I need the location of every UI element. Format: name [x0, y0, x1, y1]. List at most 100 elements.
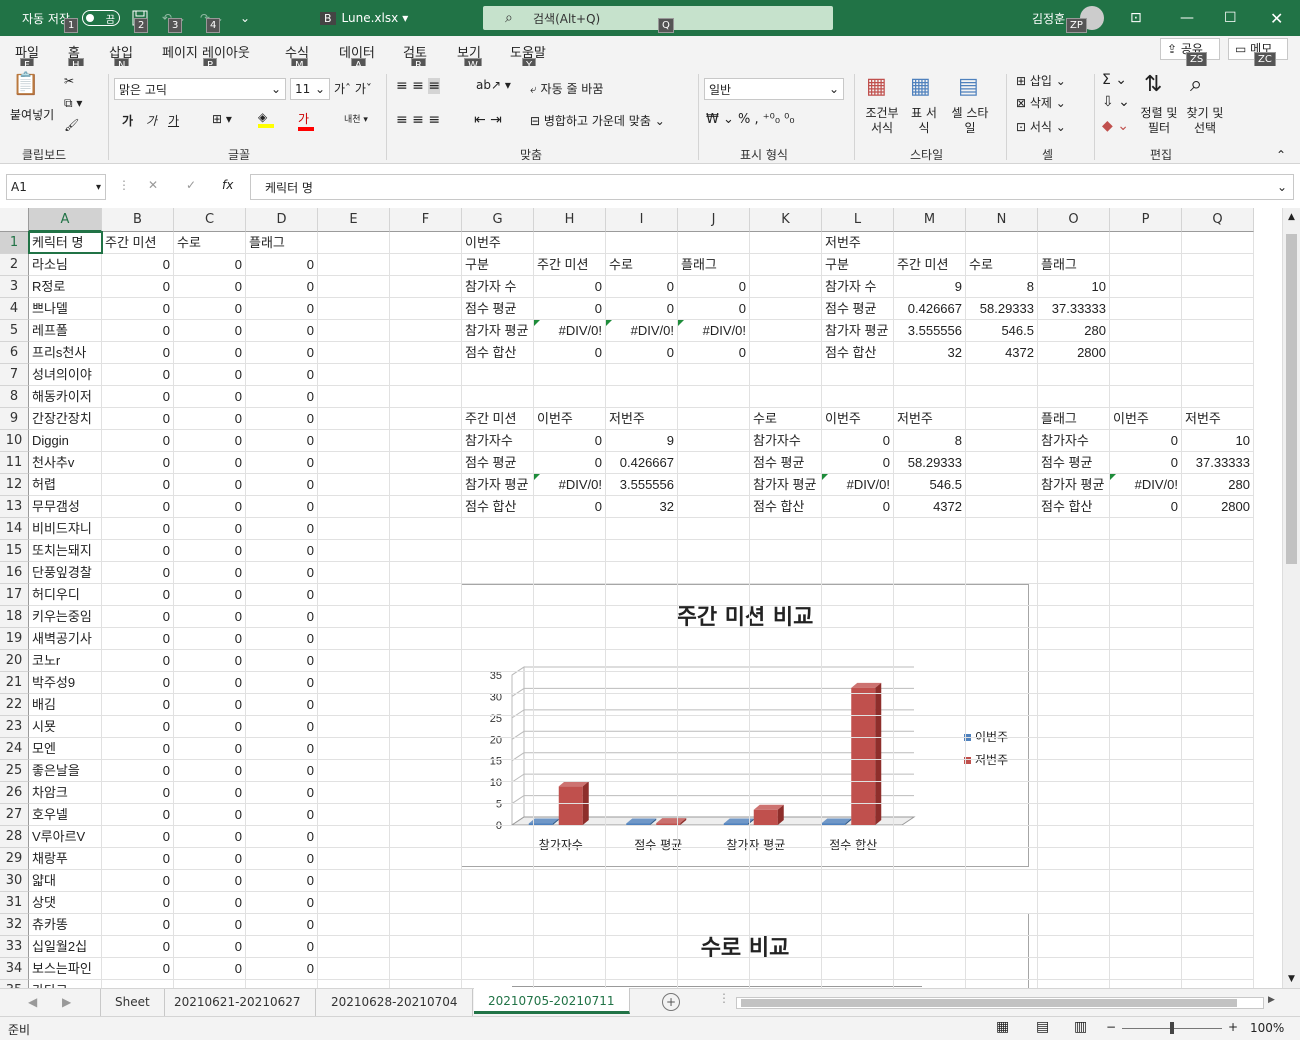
- normal-view-icon[interactable]: ▦: [996, 1019, 1009, 1035]
- cell[interactable]: [534, 628, 606, 650]
- collapse-ribbon-icon[interactable]: ⌃: [1276, 148, 1286, 162]
- cell[interactable]: [966, 452, 1038, 474]
- column-header[interactable]: G: [462, 208, 534, 232]
- cell[interactable]: [678, 364, 750, 386]
- cell[interactable]: [750, 628, 822, 650]
- font-size-select[interactable]: 11 ⌄: [290, 78, 330, 100]
- cell[interactable]: 0: [102, 892, 174, 914]
- column-header[interactable]: Q: [1182, 208, 1254, 232]
- cell[interactable]: 0: [174, 892, 246, 914]
- cell[interactable]: [534, 232, 606, 254]
- cell[interactable]: 0: [246, 650, 318, 672]
- cell[interactable]: 32: [894, 342, 966, 364]
- cell[interactable]: 새벽공기사: [29, 628, 102, 650]
- cell[interactable]: [678, 408, 750, 430]
- cell[interactable]: #DIV/0!: [534, 320, 606, 342]
- cell[interactable]: 채랑푸: [29, 848, 102, 870]
- cell[interactable]: 0: [1110, 452, 1182, 474]
- cell[interactable]: [966, 408, 1038, 430]
- cell[interactable]: 비비드쟈니: [29, 518, 102, 540]
- cell[interactable]: [462, 958, 534, 980]
- cell[interactable]: [1110, 298, 1182, 320]
- cell[interactable]: [678, 804, 750, 826]
- find-select-icon[interactable]: ⌕: [1190, 72, 1202, 97]
- cell[interactable]: 0: [534, 342, 606, 364]
- cell[interactable]: [1110, 870, 1182, 892]
- cell[interactable]: 케릭터 명: [29, 232, 102, 254]
- cell[interactable]: [606, 760, 678, 782]
- cell[interactable]: 10: [1182, 430, 1254, 452]
- cell[interactable]: 0: [246, 804, 318, 826]
- cell[interactable]: [894, 936, 966, 958]
- cell[interactable]: 0: [174, 760, 246, 782]
- cell[interactable]: [1182, 672, 1254, 694]
- paste-icon[interactable]: 📋: [12, 72, 39, 97]
- cell[interactable]: [534, 980, 606, 988]
- cell[interactable]: [462, 936, 534, 958]
- cell[interactable]: 0: [102, 606, 174, 628]
- row-header[interactable]: 34: [0, 958, 29, 980]
- cell[interactable]: [534, 518, 606, 540]
- cell[interactable]: [1038, 518, 1110, 540]
- cell[interactable]: 주간 미션: [102, 232, 174, 254]
- cell[interactable]: [750, 364, 822, 386]
- cell[interactable]: 0: [102, 848, 174, 870]
- row-header[interactable]: 15: [0, 540, 29, 562]
- ribbon-display-icon[interactable]: ⊡: [1130, 0, 1142, 36]
- cell[interactable]: [678, 716, 750, 738]
- cell[interactable]: [822, 738, 894, 760]
- orientation-icon[interactable]: ab↗ ▾: [476, 78, 511, 92]
- cell[interactable]: [894, 870, 966, 892]
- cell[interactable]: [1182, 584, 1254, 606]
- cell[interactable]: 0: [102, 738, 174, 760]
- cell[interactable]: 츄카똥: [29, 914, 102, 936]
- cell[interactable]: 레프폴: [29, 320, 102, 342]
- cell[interactable]: [318, 826, 390, 848]
- cell[interactable]: 0: [246, 386, 318, 408]
- cell[interactable]: [462, 584, 534, 606]
- cell[interactable]: 이번주: [822, 408, 894, 430]
- cell[interactable]: [1182, 892, 1254, 914]
- cell[interactable]: [1182, 342, 1254, 364]
- cell[interactable]: 0: [246, 694, 318, 716]
- cell[interactable]: [822, 914, 894, 936]
- cell[interactable]: 0: [174, 276, 246, 298]
- cell[interactable]: [1182, 650, 1254, 672]
- cell[interactable]: [750, 738, 822, 760]
- cell[interactable]: [750, 914, 822, 936]
- cell[interactable]: 차암크: [29, 782, 102, 804]
- cell[interactable]: [318, 672, 390, 694]
- cell[interactable]: 플래그: [678, 254, 750, 276]
- cell[interactable]: 0: [246, 760, 318, 782]
- cell[interactable]: [318, 848, 390, 870]
- cell[interactable]: [1110, 958, 1182, 980]
- cell[interactable]: [894, 980, 966, 988]
- cell[interactable]: [1110, 980, 1182, 988]
- cell[interactable]: [822, 386, 894, 408]
- cell[interactable]: 0: [246, 342, 318, 364]
- cell[interactable]: [1182, 232, 1254, 254]
- cell[interactable]: [606, 914, 678, 936]
- cell[interactable]: [678, 848, 750, 870]
- cell[interactable]: [318, 232, 390, 254]
- scroll-right-icon[interactable]: ▶: [62, 995, 71, 1009]
- cell[interactable]: 주간 미션: [462, 408, 534, 430]
- cell[interactable]: [462, 804, 534, 826]
- column-header[interactable]: P: [1110, 208, 1182, 232]
- cell[interactable]: [390, 870, 462, 892]
- cell[interactable]: [606, 958, 678, 980]
- cell[interactable]: 0: [822, 452, 894, 474]
- cell[interactable]: [894, 782, 966, 804]
- cell[interactable]: 참가자 평균: [822, 320, 894, 342]
- cell[interactable]: [1182, 386, 1254, 408]
- cell[interactable]: [390, 760, 462, 782]
- cell[interactable]: [822, 650, 894, 672]
- cell[interactable]: 시묫: [29, 716, 102, 738]
- cell[interactable]: 0: [102, 254, 174, 276]
- cell[interactable]: 58.29333: [894, 452, 966, 474]
- cell[interactable]: 점수 평균: [462, 298, 534, 320]
- cell[interactable]: [318, 518, 390, 540]
- cell[interactable]: [822, 760, 894, 782]
- cell[interactable]: [534, 716, 606, 738]
- cell[interactable]: 0: [174, 452, 246, 474]
